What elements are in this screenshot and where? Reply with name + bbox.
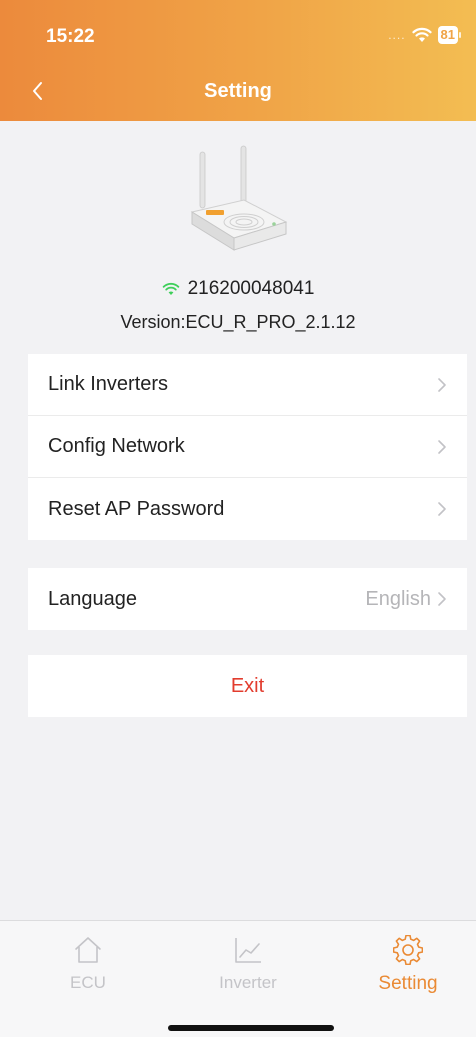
menu-item-label: Reset AP Password: [48, 497, 225, 520]
settings-menu: Link Inverters Config Network Reset AP P…: [28, 354, 467, 540]
gear-icon: [393, 935, 423, 965]
tab-label: ECU: [70, 973, 106, 992]
tab-ecu[interactable]: ECU: [28, 935, 148, 993]
tab-inverter[interactable]: Inverter: [188, 935, 308, 993]
home-indicator: [168, 1025, 334, 1031]
chart-icon: [235, 938, 261, 963]
tab-label: Inverter: [219, 973, 277, 992]
chevron-right-icon: [438, 502, 446, 516]
menu-item-label: Link Inverters: [48, 373, 169, 395]
device-serial-row: 216200048041: [0, 278, 476, 300]
battery-icon: 81: [437, 26, 462, 44]
menu-item-label: Config Network: [48, 435, 185, 457]
language-label: Language: [48, 587, 137, 610]
chevron-right-icon: [438, 439, 446, 454]
chevron-right-icon: [438, 592, 446, 606]
language-value: English: [365, 587, 431, 610]
tab-setting[interactable]: Setting: [348, 935, 468, 995]
wifi-icon: [162, 282, 179, 295]
firmware-version: Version:ECU_R_PRO_2.1.12: [120, 312, 356, 332]
app-header: 15:22 .... 81 Setting: [0, 0, 476, 121]
language-setting[interactable]: Language English: [28, 568, 467, 630]
menu-item-config-network[interactable]: Config Network: [28, 416, 467, 478]
language-value-group: English: [365, 588, 447, 611]
status-time: 15:22: [46, 26, 95, 47]
wifi-status-icon: [411, 27, 432, 42]
menu-item-link-inverters[interactable]: Link Inverters: [28, 354, 467, 416]
device-serial: 216200048041: [187, 278, 315, 299]
status-indicators: .... 81: [388, 26, 462, 44]
language-card: Language English: [28, 568, 467, 630]
tab-bar: ECU Inverter Setting: [0, 920, 476, 1037]
chevron-right-icon: [438, 377, 446, 392]
home-icon: [75, 937, 101, 963]
page-title: Setting: [204, 80, 272, 102]
exit-card: Exit: [28, 655, 467, 717]
ecu-device-image: [190, 145, 288, 251]
exit-button[interactable]: Exit: [28, 655, 467, 717]
cellular-signal-icon: ....: [388, 28, 406, 42]
tab-label: Setting: [378, 973, 438, 994]
menu-item-reset-ap-password[interactable]: Reset AP Password: [28, 478, 467, 540]
